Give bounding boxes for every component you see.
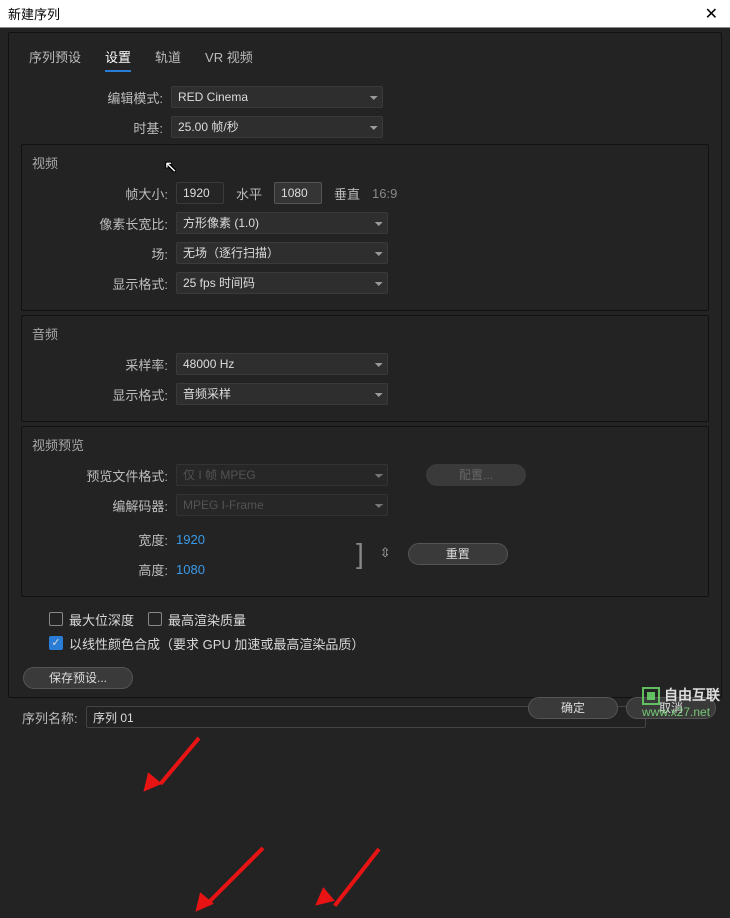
par-label: 像素长宽比: [26, 214, 176, 233]
sample-rate-label: 采样率: [26, 355, 176, 374]
preview-heading: 视频预览 [26, 433, 704, 458]
preview-format-select: 仅 I 帧 MPEG [176, 464, 388, 486]
frame-height-input[interactable] [274, 182, 322, 204]
preview-height-value[interactable]: 1080 [176, 562, 205, 577]
title-bar: 新建序列 ✕ [0, 0, 730, 28]
tab-tracks[interactable]: 轨道 [155, 47, 181, 72]
timebase-select[interactable]: 25.00 帧/秒 [171, 116, 383, 138]
max-render-label: 最高渲染质量 [168, 610, 246, 629]
cursor-icon: ↖ [164, 157, 177, 177]
save-preset-button[interactable]: 保存预设... [23, 667, 133, 689]
preview-width-label: 宽度: [26, 530, 176, 549]
frame-width-input[interactable] [176, 182, 224, 204]
cancel-button[interactable]: 取消 [626, 697, 716, 719]
tab-bar: 序列预设 设置 轨道 VR 视频 [9, 41, 721, 80]
audio-disp-select[interactable]: 音频采样 [176, 383, 388, 405]
tab-preset[interactable]: 序列预设 [29, 47, 81, 72]
preview-section: 视频预览 预览文件格式: 仅 I 帧 MPEG 配置... 编解码器: MPEG… [21, 426, 709, 597]
codec-label: 编解码器: [26, 496, 176, 515]
linear-label: 以线性颜色合成（要求 GPU 加速或最高渲染品质） [69, 634, 364, 653]
audio-heading: 音频 [26, 322, 704, 347]
bracket-icon: ] [356, 538, 364, 570]
fields-select[interactable]: 无场（逐行扫描） [176, 242, 388, 264]
linear-checkbox[interactable]: ✓ [49, 636, 63, 650]
video-disp-label: 显示格式: [26, 274, 176, 293]
max-render-checkbox[interactable] [148, 612, 162, 626]
audio-disp-label: 显示格式: [26, 385, 176, 404]
link-icon[interactable]: ⇳ [380, 545, 392, 563]
par-select[interactable]: 方形像素 (1.0) [176, 212, 388, 234]
video-heading: 视频 [26, 151, 704, 176]
codec-select: MPEG I-Frame [176, 494, 388, 516]
sample-rate-select[interactable]: 48000 Hz [176, 353, 388, 375]
edit-mode-select[interactable]: RED Cinema [171, 86, 383, 108]
video-section: 视频 帧大小: 水平 垂直 16:9 像素长宽比: 方形像素 (1.0) 场: … [21, 144, 709, 311]
video-disp-select[interactable]: 25 fps 时间码 [176, 272, 388, 294]
tab-vr[interactable]: VR 视频 [205, 47, 253, 72]
preview-width-value[interactable]: 1920 [176, 532, 205, 547]
edit-mode-label: 编辑模式: [9, 88, 171, 107]
preview-height-label: 高度: [26, 560, 176, 579]
preview-format-label: 预览文件格式: [26, 466, 176, 485]
audio-section: 音频 采样率: 48000 Hz 显示格式: 音频采样 [21, 315, 709, 422]
max-bit-checkbox[interactable] [49, 612, 63, 626]
frame-size-label: 帧大小: [26, 184, 176, 203]
fields-label: 场: [26, 244, 176, 263]
timebase-label: 时基: [9, 118, 171, 137]
window-title: 新建序列 [8, 4, 701, 23]
vertical-label: 垂直 [334, 184, 360, 203]
configure-button: 配置... [426, 464, 526, 486]
aspect-ratio: 16:9 [372, 186, 397, 201]
tab-settings[interactable]: 设置 [105, 47, 131, 72]
horizontal-label: 水平 [236, 184, 262, 203]
reset-button[interactable]: 重置 [408, 543, 508, 565]
ok-button[interactable]: 确定 [528, 697, 618, 719]
close-icon[interactable]: ✕ [701, 4, 722, 24]
max-bit-label: 最大位深度 [69, 610, 134, 629]
